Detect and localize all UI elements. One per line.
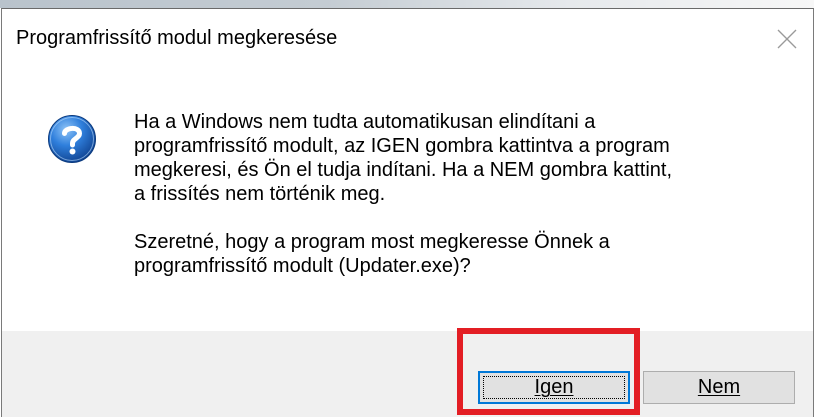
dialog-content: Ha a Windows nem tudta automatikusan eli… [2, 69, 813, 331]
no-button[interactable]: Nem [643, 371, 795, 404]
dialog-title: Programfrissítő modul megkeresése [16, 27, 338, 49]
dialog-titlebar[interactable]: Programfrissítő modul megkeresése [2, 9, 813, 69]
background-window-strip [0, 0, 814, 8]
question-icon [47, 114, 97, 164]
yes-button[interactable]: Igen [478, 371, 630, 404]
message-paragraph-2: Szeretné, hogy a program most megkeresse… [134, 231, 610, 277]
message-paragraph-1: Ha a Windows nem tudta automatikusan eli… [134, 111, 673, 205]
screen: Programfrissítő modul megkeresése Ha a W… [0, 0, 814, 417]
yes-button-label: Igen [534, 376, 574, 398]
no-button-label: Nem [697, 376, 741, 398]
message-dialog: Programfrissítő modul megkeresése Ha a W… [1, 8, 814, 417]
close-icon [777, 29, 797, 49]
dialog-button-bar: Igen Nem [2, 331, 813, 417]
close-button[interactable] [767, 19, 807, 59]
dialog-message: Ha a Windows nem tudta automatikusan eli… [134, 110, 794, 278]
